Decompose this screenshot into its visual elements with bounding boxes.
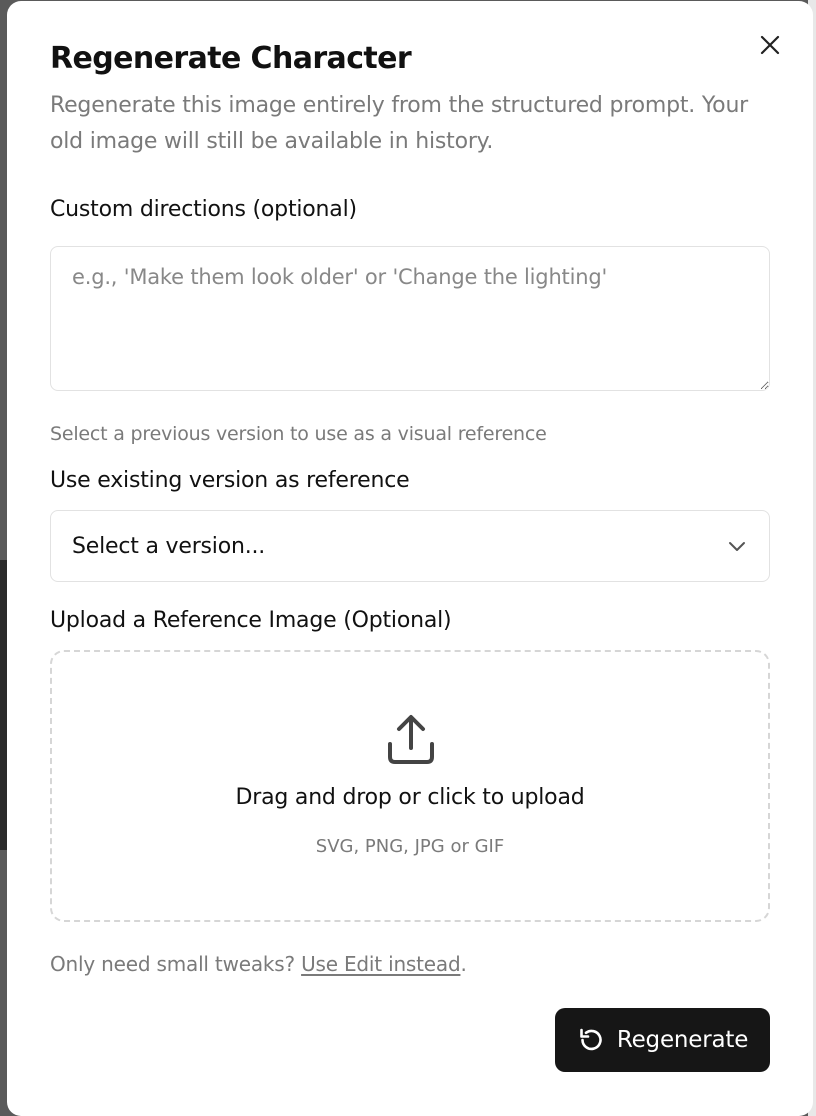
close-button[interactable]: [756, 31, 784, 59]
upload-title: Drag and drop or click to upload: [235, 785, 585, 810]
footer-note-suffix: .: [460, 952, 467, 976]
custom-directions-label: Custom directions (optional): [50, 197, 357, 222]
upload-formats: SVG, PNG, JPG or GIF: [315, 836, 505, 857]
dialog-title: Regenerate Character: [50, 41, 412, 76]
upload-icon: [388, 715, 434, 764]
regenerate-dialog: Regenerate Character Regenerate this ima…: [7, 1, 813, 1116]
footer-note-text: Only need small tweaks?: [50, 952, 302, 976]
regenerate-button-label: Regenerate: [616, 1027, 749, 1053]
chevron-down-icon: [729, 542, 745, 551]
version-select-value: Select a version...: [72, 533, 266, 559]
use-edit-link[interactable]: Use Edit instead: [301, 952, 461, 976]
reference-helper-text: Select a previous version to use as a vi…: [50, 423, 547, 445]
upload-label: Upload a Reference Image (Optional): [50, 608, 452, 633]
regenerate-button[interactable]: Regenerate: [555, 1008, 770, 1072]
rotate-ccw-icon: [580, 1028, 602, 1051]
custom-directions-input[interactable]: [50, 246, 770, 391]
version-select[interactable]: Select a version...: [50, 510, 770, 582]
upload-dropzone[interactable]: Drag and drop or click to upload SVG, PN…: [50, 650, 770, 922]
dialog-description: Regenerate this image entirely from the …: [50, 93, 749, 154]
close-icon: [760, 35, 780, 55]
footer-note: Only need small tweaks? Use Edit instead…: [50, 952, 467, 976]
reference-version-label: Use existing version as reference: [50, 468, 410, 493]
